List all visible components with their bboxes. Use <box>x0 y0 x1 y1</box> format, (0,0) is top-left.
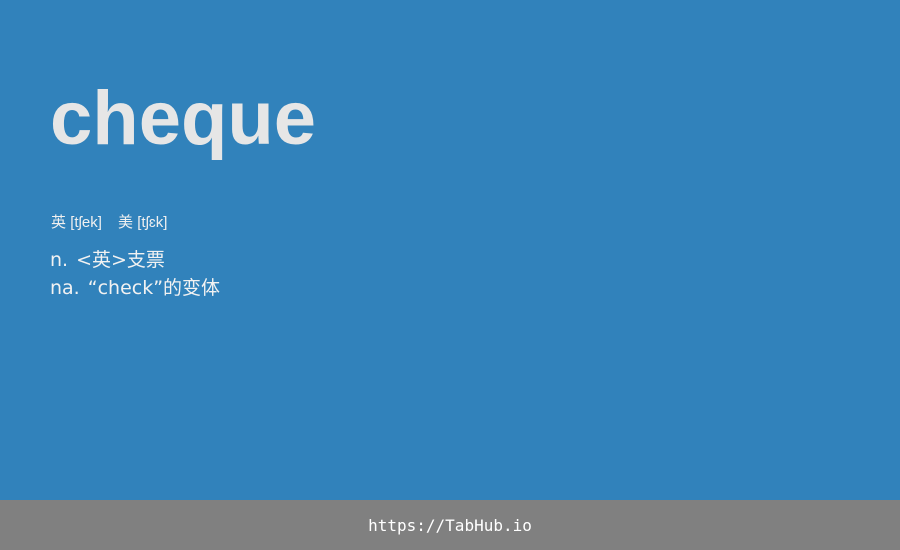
us-pronunciation: [tʃɛk] <box>137 214 168 231</box>
uk-label: 英 <box>51 214 67 231</box>
footer-bar: https://TabHub.io <box>0 500 900 550</box>
word-card: cheque 英 [tʃek] 美 [tʃɛk] n. <英>支票 na. “che… <box>0 0 900 500</box>
uk-phonetic: 英 [tʃek] <box>51 212 102 234</box>
headword: cheque <box>50 76 317 161</box>
tabhub-link[interactable]: https://TabHub.io <box>368 516 532 535</box>
part-of-speech: na. <box>50 277 80 299</box>
uk-pronunciation: [tʃek] <box>70 214 102 231</box>
definition-item: na. “check”的变体 <box>50 274 220 302</box>
phonetics: 英 [tʃek] 美 [tʃɛk] <box>51 212 167 234</box>
us-label: 美 <box>118 214 134 231</box>
definition-item: n. <英>支票 <box>50 246 220 274</box>
part-of-speech: n. <box>50 249 69 271</box>
definition-text: “check”的变体 <box>87 277 221 299</box>
definitions-list: n. <英>支票 na. “check”的变体 <box>50 246 220 302</box>
us-phonetic: 美 [tʃɛk] <box>118 212 167 234</box>
definition-text: <英>支票 <box>76 249 165 271</box>
